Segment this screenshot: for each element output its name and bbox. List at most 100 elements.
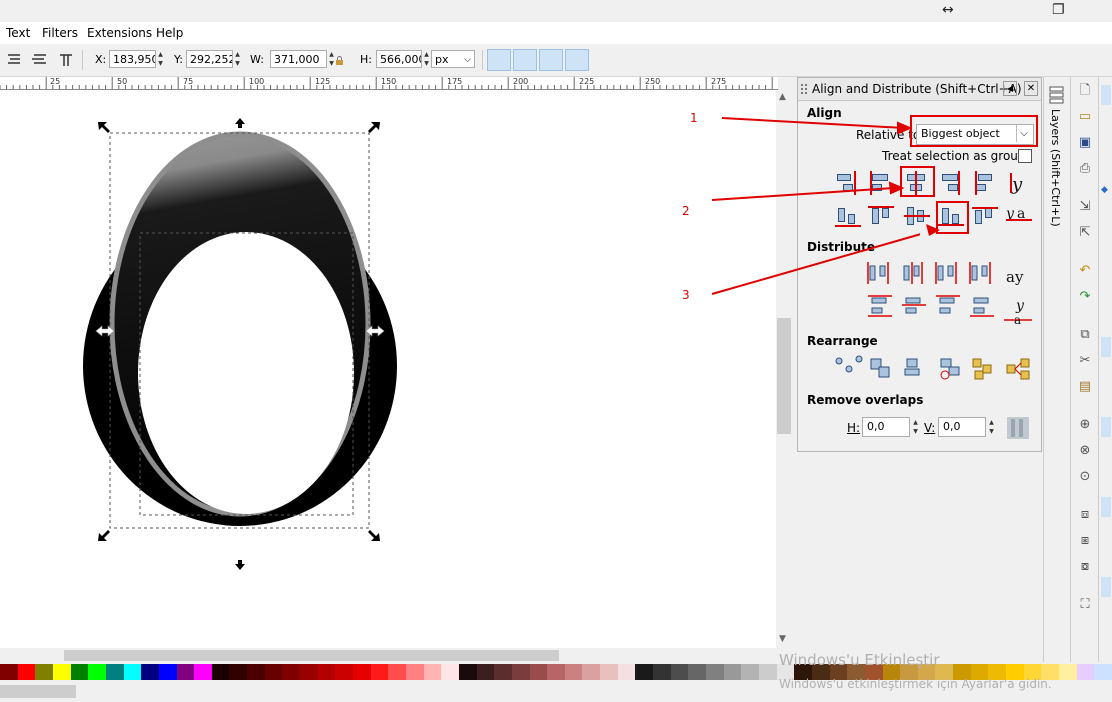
save-icon[interactable]: ▣ (1078, 136, 1092, 150)
color-swatch[interactable] (706, 664, 725, 680)
color-swatch[interactable] (176, 664, 195, 680)
layers-tab-icon[interactable] (1048, 85, 1066, 105)
color-swatch[interactable] (635, 664, 654, 680)
panel-close-icon[interactable]: ✕ (1024, 81, 1038, 96)
color-swatch[interactable] (741, 664, 760, 680)
color-swatch[interactable] (1076, 664, 1095, 680)
color-swatch[interactable] (688, 664, 707, 680)
color-swatch[interactable] (88, 664, 107, 680)
color-swatch[interactable] (405, 664, 425, 680)
panel-iconify-icon[interactable]: ◀ (1003, 81, 1017, 96)
color-swatch[interactable] (441, 664, 460, 680)
zoom-page-icon[interactable]: ⊙ (1078, 470, 1092, 484)
menu-extensions[interactable]: Extensions (87, 26, 152, 40)
unlink-clone-icon[interactable]: ⧇ (1078, 560, 1092, 574)
color-swatch[interactable] (494, 664, 513, 680)
overlap-h-field[interactable]: 0,0 (862, 417, 910, 437)
copy-icon[interactable]: ⧉ (1078, 328, 1092, 342)
align-right-edges-button[interactable] (938, 171, 964, 195)
menu-text[interactable]: Text (6, 26, 30, 40)
new-document-icon[interactable]: 🗋 (1078, 84, 1092, 98)
color-swatch[interactable] (370, 664, 389, 680)
snap-bbox-toggle[interactable] (1101, 337, 1111, 357)
drawing-canvas[interactable] (0, 90, 776, 648)
color-swatch[interactable] (300, 664, 319, 680)
overlap-h-spinner[interactable]: ▲ ▼ (911, 418, 920, 436)
color-swatch[interactable] (335, 664, 354, 680)
layers-tab-label[interactable]: Layers (Shift+Ctrl+L) (1049, 109, 1062, 227)
move-gradients-button[interactable] (539, 49, 563, 71)
align-baseline-vertical-icon[interactable]: y (1006, 171, 1032, 195)
color-swatch[interactable] (670, 664, 689, 680)
color-swatch[interactable] (353, 664, 372, 680)
print-icon[interactable]: ⎙ (1078, 162, 1092, 176)
color-swatch[interactable] (423, 664, 442, 680)
color-swatch[interactable] (141, 664, 160, 680)
restore-icon[interactable]: ❐ (1052, 2, 1065, 18)
color-swatch[interactable] (123, 664, 142, 680)
color-swatch[interactable] (17, 664, 36, 680)
group-icon[interactable]: ⛶ (1078, 598, 1092, 612)
open-icon[interactable]: ▭ (1078, 110, 1092, 124)
color-swatch[interactable] (547, 664, 566, 680)
snap-nodes-icon[interactable]: ◆ (1101, 185, 1111, 197)
color-swatch[interactable] (158, 664, 177, 680)
color-swatch[interactable] (70, 664, 89, 680)
snap-guide-toggle[interactable] (1101, 577, 1111, 597)
redo-icon[interactable]: ↷ (1078, 290, 1092, 304)
duplicate-icon[interactable]: ⧈ (1078, 508, 1092, 522)
undo-icon[interactable]: ↶ (1078, 264, 1092, 278)
overlap-v-spinner[interactable]: ▲ ▼ (987, 418, 996, 436)
resize-icon[interactable]: ↔ (942, 2, 954, 18)
align-baseline-horizontal-icon[interactable]: ya (1006, 204, 1032, 228)
export-icon[interactable]: ⇱ (1078, 226, 1092, 240)
scale-corners-button[interactable] (513, 49, 537, 71)
color-swatch[interactable] (617, 664, 636, 680)
zoom-drawing-icon[interactable]: ⊗ (1078, 444, 1092, 458)
color-swatch[interactable] (564, 664, 583, 680)
text-direction-icons[interactable] (4, 52, 74, 68)
palette-scroll-thumb[interactable] (0, 685, 76, 698)
color-swatch[interactable] (317, 664, 336, 680)
color-swatch[interactable] (105, 664, 125, 680)
color-swatch[interactable] (194, 664, 213, 680)
lock-icon[interactable] (335, 56, 345, 66)
w-field[interactable]: 371,000 (270, 50, 327, 68)
paste-icon[interactable]: ▤ (1078, 380, 1092, 394)
color-swatch[interactable] (511, 664, 530, 680)
menu-help[interactable]: Help (156, 26, 183, 40)
color-swatch[interactable] (1059, 664, 1078, 680)
color-swatch[interactable] (723, 664, 742, 680)
menu-filters[interactable]: Filters (42, 26, 78, 40)
color-swatch[interactable] (600, 664, 619, 680)
color-swatch[interactable] (35, 664, 54, 680)
color-swatch[interactable] (582, 664, 601, 680)
color-swatch[interactable] (529, 664, 548, 680)
color-swatch[interactable] (282, 664, 301, 680)
overlap-v-field[interactable]: 0,0 (938, 417, 986, 437)
cut-icon[interactable]: ✂ (1078, 354, 1092, 368)
color-swatch[interactable] (229, 664, 248, 680)
scroll-down-icon[interactable]: ▼ (779, 634, 786, 644)
horizontal-scroll-thumb[interactable] (64, 650, 559, 661)
color-swatch[interactable] (264, 664, 283, 680)
move-patterns-button[interactable] (565, 49, 589, 71)
scale-stroke-button[interactable] (487, 49, 511, 71)
color-swatch[interactable] (0, 664, 19, 680)
treat-selection-checkbox[interactable] (1018, 149, 1032, 163)
align-left-to-right-button[interactable] (972, 171, 998, 195)
color-swatch[interactable] (476, 664, 495, 680)
color-swatch[interactable] (458, 664, 478, 680)
snap-toggle[interactable] (1101, 85, 1111, 105)
remove-overlaps-button[interactable] (1006, 416, 1030, 440)
color-swatch[interactable] (52, 664, 72, 680)
y-spinner[interactable]: ▲ ▼ (233, 50, 242, 68)
h-spinner[interactable]: ▲ ▼ (422, 50, 431, 68)
color-swatch[interactable] (247, 664, 266, 680)
align-top-to-bottom-button[interactable] (972, 204, 998, 228)
color-swatch[interactable] (211, 664, 230, 680)
vertical-scroll-thumb[interactable] (777, 318, 791, 434)
color-swatch[interactable] (388, 664, 407, 680)
clone-icon[interactable]: ⧆ (1078, 534, 1092, 548)
y-field[interactable]: 292,252 (186, 50, 233, 68)
